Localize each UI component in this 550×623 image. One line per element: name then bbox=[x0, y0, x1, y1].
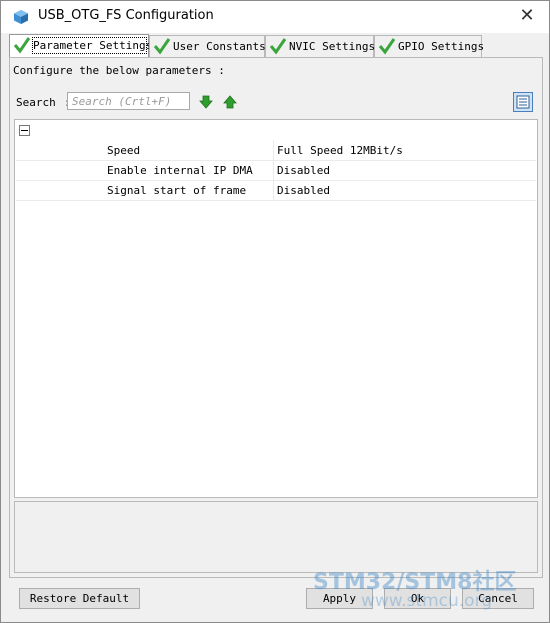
configure-instruction: Configure the below parameters : bbox=[13, 64, 225, 77]
arrow-up-icon[interactable] bbox=[223, 95, 237, 109]
check-icon bbox=[378, 38, 396, 55]
tab-parameter-settings[interactable]: Parameter Settings bbox=[9, 34, 153, 57]
parameter-value[interactable]: Disabled bbox=[277, 184, 330, 197]
parameter-panel: Configure the below parameters : Search … bbox=[9, 57, 543, 578]
parameter-row[interactable]: Speed Full Speed 12MBit/s bbox=[16, 140, 536, 161]
window-title: USB_OTG_FS Configuration bbox=[38, 8, 214, 23]
parameter-tree: Speed Full Speed 12MBit/s Enable interna… bbox=[14, 119, 538, 498]
tab-label: User Constants bbox=[173, 40, 266, 53]
watermark-url: www.stmcu.org bbox=[361, 591, 493, 611]
arrow-down-icon[interactable] bbox=[199, 95, 213, 109]
tab-label: Parameter Settings bbox=[33, 39, 153, 52]
list-view-icon bbox=[516, 95, 530, 109]
list-view-toggle[interactable] bbox=[513, 92, 533, 112]
parameter-value[interactable]: Full Speed 12MBit/s bbox=[277, 144, 403, 157]
configuration-dialog: USB_OTG_FS Configuration ✕ Parameter Set… bbox=[0, 0, 550, 623]
close-icon[interactable]: ✕ bbox=[515, 5, 539, 29]
column-divider bbox=[273, 140, 274, 160]
cube-app-icon bbox=[14, 10, 28, 24]
check-icon bbox=[269, 38, 287, 55]
parameter-row[interactable]: Signal start of frame Disabled bbox=[16, 180, 536, 201]
parameter-row[interactable]: Enable internal IP DMA Disabled bbox=[16, 160, 536, 181]
collapse-toggle[interactable] bbox=[19, 125, 30, 136]
tab-label: NVIC Settings bbox=[289, 40, 376, 53]
column-divider bbox=[273, 160, 274, 180]
check-icon bbox=[13, 37, 31, 54]
tab-nvic-settings[interactable]: NVIC Settings bbox=[265, 35, 376, 57]
check-icon bbox=[153, 38, 171, 55]
search-label: Search bbox=[16, 96, 56, 109]
parameter-name: Signal start of frame bbox=[107, 184, 247, 197]
restore-default-button[interactable]: Restore Default bbox=[19, 588, 140, 609]
tab-gpio-settings[interactable]: GPIO Settings bbox=[374, 35, 485, 57]
tab-user-constants[interactable]: User Constants bbox=[149, 35, 266, 57]
tab-label: GPIO Settings bbox=[398, 40, 485, 53]
parameter-name: Enable internal IP DMA bbox=[107, 164, 253, 177]
title-bar: USB_OTG_FS Configuration ✕ bbox=[1, 1, 549, 33]
parameter-value[interactable]: Disabled bbox=[277, 164, 330, 177]
search-input[interactable] bbox=[67, 92, 190, 110]
parameter-name: Speed bbox=[107, 144, 141, 157]
column-divider bbox=[273, 180, 274, 200]
description-panel bbox=[14, 501, 538, 573]
